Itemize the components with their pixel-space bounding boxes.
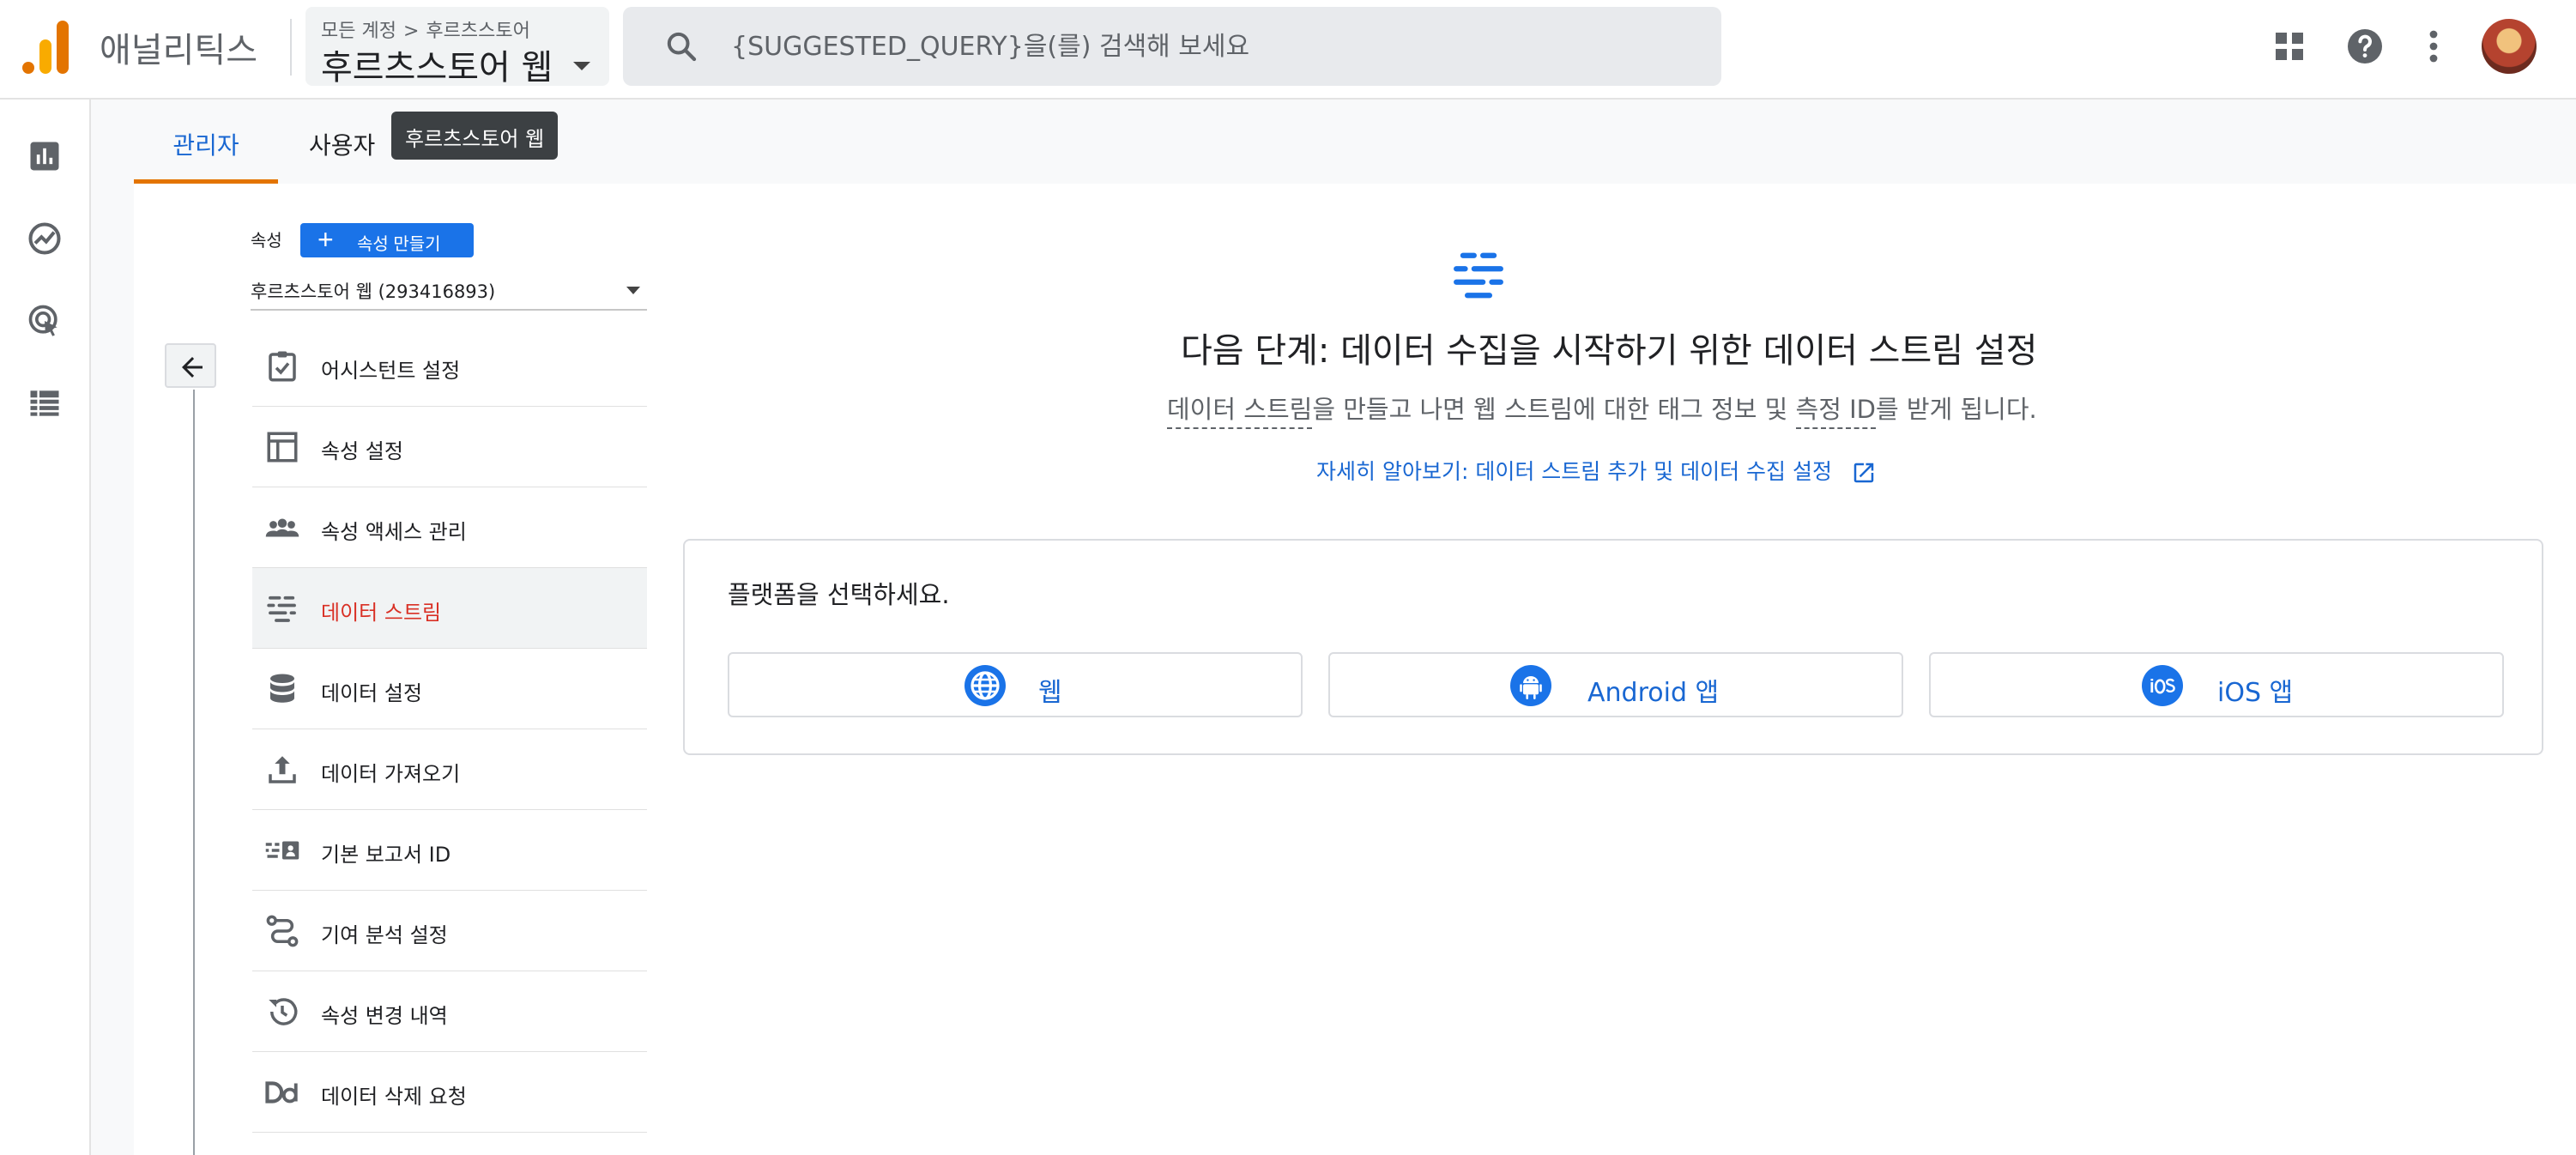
data-streams-icon [267, 596, 296, 622]
caret-down-icon [573, 62, 590, 70]
nav-item-property-change-history[interactable]: 속성 변경 내역 [252, 971, 647, 1052]
nav-item-data-streams[interactable]: 데이터 스트림 [252, 568, 647, 649]
property-layout-icon [267, 432, 298, 463]
nav-item-assistant-settings[interactable]: 어시스턴트 설정 [252, 326, 647, 407]
page-subtitle: 데이터 스트림을 만들고 나면 웹 스트림에 대한 태그 정보 및 측정 ID를… [1167, 390, 2037, 429]
subtitle-text: 을 만들고 나면 웹 스트림에 대한 태그 정보 및 [1312, 395, 1796, 424]
people-icon [265, 518, 299, 537]
page-title: 다음 단계: 데이터 수집을 시작하기 위한 데이터 스트림 설정 [1181, 331, 2038, 371]
property-settings-nav: 어시스턴트 설정 속성 설정 속성 액세스 관리 데이터 스트림 데이터 설정 … [252, 326, 647, 1133]
data-deletion-icon [265, 1081, 298, 1104]
ios-icon [2142, 665, 2183, 706]
search-bar[interactable] [623, 7, 1721, 86]
attribution-icon [266, 915, 299, 947]
platform-web-button[interactable]: 웹 [728, 652, 1303, 717]
tab-user[interactable]: 사용자 [278, 100, 407, 184]
platform-prompt: 플랫폼을 선택하세요. [728, 580, 950, 609]
platform-web-label: 웹 [1038, 678, 1062, 708]
explore-icon[interactable] [26, 220, 63, 257]
upload-icon [269, 756, 296, 783]
current-property-name: 후르츠스토어 웹 [321, 48, 553, 88]
open-in-new-icon [1853, 463, 1874, 483]
advertising-icon[interactable] [26, 302, 63, 340]
nav-item-label: 데이터 삭제 요청 [321, 1085, 467, 1109]
property-select-value: 후르츠스토어 웹 (293416893) [251, 281, 496, 302]
nav-item-label: 속성 액세스 관리 [321, 520, 467, 544]
data-stream-term[interactable]: 데이터 스트림 [1167, 395, 1313, 429]
nav-item-label: 데이터 설정 [321, 681, 423, 705]
plus-icon: + [317, 224, 334, 255]
avatar[interactable] [2482, 19, 2537, 74]
learn-more-link[interactable]: 자세히 알아보기: 데이터 스트림 추가 및 데이터 수집 설정 [1316, 455, 1877, 486]
nav-divider-line [193, 390, 195, 1155]
history-icon [269, 998, 298, 1025]
nav-item-property-settings[interactable]: 속성 설정 [252, 407, 647, 487]
android-icon [1510, 665, 1551, 706]
analytics-logo-icon[interactable] [22, 19, 69, 74]
platform-ios-button[interactable]: iOS 앱 [1929, 652, 2504, 717]
nav-item-data-deletion-requests[interactable]: 데이터 삭제 요청 [252, 1052, 647, 1133]
create-property-button[interactable]: + 속성 만들기 [300, 223, 474, 257]
tab-admin[interactable]: 관리자 [134, 100, 278, 184]
nav-item-label: 속성 설정 [321, 439, 403, 463]
search-input[interactable] [731, 26, 1692, 67]
more-vert-icon[interactable] [2413, 26, 2454, 67]
account-picker[interactable]: 모든 계정 > 후르츠스토어 후르츠스토어 웹 [305, 7, 609, 88]
assistant-check-icon [269, 351, 296, 382]
list-icon[interactable] [26, 384, 63, 422]
reports-icon[interactable] [26, 137, 63, 175]
nav-item-label: 데이터 스트림 [321, 601, 442, 625]
nav-item-label: 기여 분석 설정 [321, 923, 448, 947]
back-button[interactable] [165, 343, 216, 388]
database-icon [270, 674, 294, 703]
nav-item-reporting-id[interactable]: 기본 보고서 ID [252, 810, 647, 891]
divider [290, 19, 292, 76]
learn-more-label: 자세히 알아보기: 데이터 스트림 추가 및 데이터 수집 설정 [1316, 459, 1832, 484]
apps-grid-icon[interactable] [2269, 26, 2310, 67]
property-select[interactable]: 후르츠스토어 웹 (293416893) [251, 269, 647, 311]
nav-item-property-access[interactable]: 속성 액세스 관리 [252, 487, 647, 568]
reporting-id-icon [265, 841, 299, 860]
nav-item-label: 어시스턴트 설정 [321, 359, 461, 383]
platform-ios-label: iOS 앱 [2217, 678, 2294, 708]
nav-item-label: 속성 변경 내역 [321, 1004, 448, 1028]
help-icon[interactable] [2344, 26, 2386, 67]
nav-item-attribution-settings[interactable]: 기여 분석 설정 [252, 891, 647, 971]
search-icon [667, 32, 697, 62]
property-name-tooltip: 후르츠스토어 웹 [391, 112, 559, 160]
create-property-label: 속성 만들기 [357, 235, 441, 254]
nav-item-data-settings[interactable]: 데이터 설정 [252, 649, 647, 729]
property-label: 속성 [251, 230, 282, 251]
top-app-bar: 애널리틱스 모든 계정 > 후르츠스토어 후르츠스토어 웹 [0, 0, 2576, 100]
subtitle-text-end: 를 받게 됩니다. [1876, 395, 2037, 424]
arrow-back-icon [182, 357, 203, 378]
nav-item-label: 데이터 가져오기 [321, 762, 461, 786]
nav-item-label: 기본 보고서 ID [321, 843, 451, 867]
app-name: 애널리틱스 [100, 31, 257, 70]
left-nav-rail [0, 100, 91, 1155]
measurement-id-term[interactable]: 측정 ID [1795, 395, 1876, 429]
platform-selection-card: 플랫폼을 선택하세요. 웹 Android 앱 iOS 앱 [683, 539, 2543, 755]
data-streams-icon [1454, 252, 1503, 299]
caret-down-icon [626, 287, 640, 294]
nav-item-data-import[interactable]: 데이터 가져오기 [252, 729, 647, 810]
globe-icon [964, 665, 1006, 706]
platform-android-button[interactable]: Android 앱 [1328, 652, 1903, 717]
platform-android-label: Android 앱 [1587, 678, 1720, 708]
